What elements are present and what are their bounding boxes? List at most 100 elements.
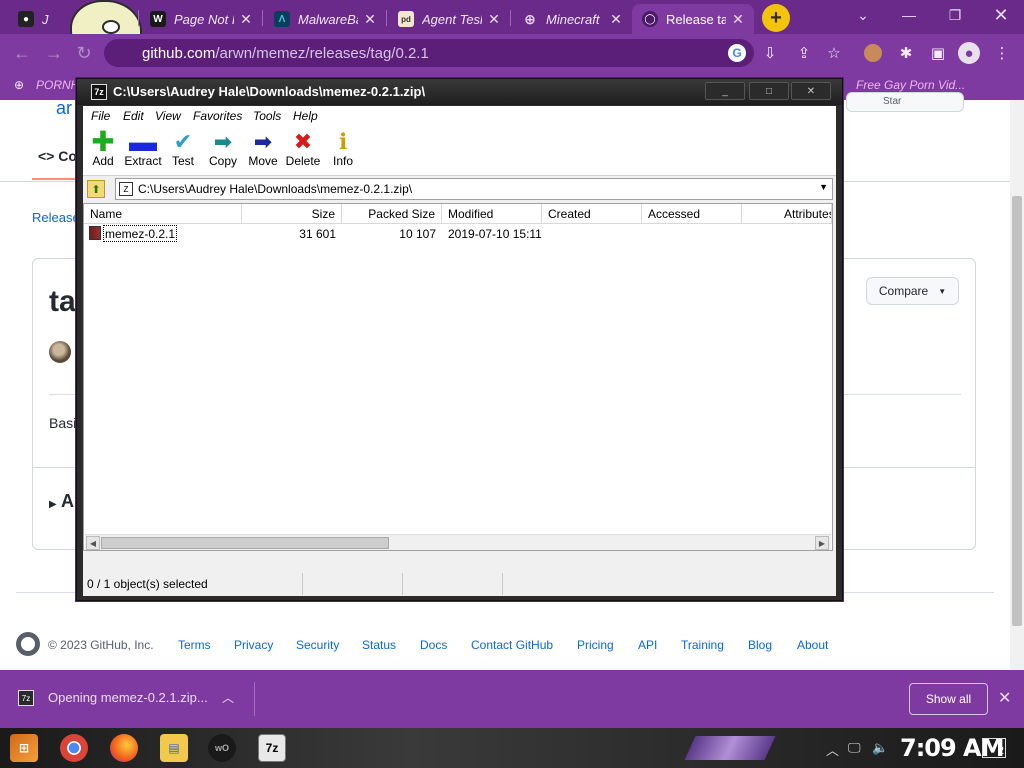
menu-edit[interactable]: Edit [123,109,144,123]
dropdown-arrow-icon[interactable]: ▼ [819,182,828,192]
install-icon[interactable]: ⇩ [760,43,780,63]
footer-link-security[interactable]: Security [296,638,339,652]
close-icon[interactable]: ✕ [238,11,254,28]
scroll-left-icon[interactable]: ◀ [86,536,100,550]
tab-4[interactable]: pd Agent Tesla ✕ [388,4,510,34]
address-bar[interactable]: github.com/arwn/memez/releases/tag/0.2.1 [104,39,754,67]
google-lens-icon[interactable]: G [728,44,746,62]
avatar[interactable] [49,341,71,363]
minimize-icon[interactable]: _ [705,82,745,100]
download-item-text[interactable]: Opening memez-0.2.1.zip... [48,690,208,705]
column-header-packed-size[interactable]: Packed Size [342,204,442,224]
tab-code[interactable]: <> Co [38,148,77,164]
chrome-icon[interactable] [60,734,88,762]
reload-icon[interactable]: ↻ [72,42,96,64]
assets-label: A [61,491,75,511]
test-button[interactable]: ✔ Test [163,130,203,169]
bookmark-star-icon[interactable]: ☆ [824,43,844,63]
column-header-attributes[interactable]: Attributes [742,204,832,224]
close-icon[interactable]: ✕ [362,11,378,28]
file-explorer-icon[interactable]: ▤ [160,734,188,762]
column-header-accessed[interactable]: Accessed [642,204,742,224]
restore-icon[interactable]: ❐ [932,0,978,30]
share-icon[interactable]: ⇪ [794,43,814,63]
notification-center-icon[interactable]: 2 [982,738,1006,758]
show-all-button[interactable]: Show all [909,683,988,715]
tab-3[interactable]: Λ MalwareBaz ✕ [264,4,386,34]
compare-button[interactable]: Compare ▼ [866,277,959,305]
app-icon[interactable]: wO [208,734,236,762]
side-panel-icon[interactable]: ▣ [928,43,948,63]
maximize-icon[interactable]: □ [749,82,789,100]
footer-link-pricing[interactable]: Pricing [577,638,614,652]
close-window-icon[interactable]: ✕ [978,0,1024,30]
tab-2[interactable]: W Page Not F ✕ [140,4,262,34]
new-tab-button[interactable]: + [762,4,790,32]
extract-button[interactable]: ▬ Extract [119,128,167,169]
menu-kebab-icon[interactable]: ⋮ [992,43,1012,63]
footer-link-status[interactable]: Status [362,638,396,652]
chevron-up-icon[interactable]: ︿ [222,689,234,706]
close-icon[interactable]: ✕ [608,11,624,28]
network-icon[interactable]: 🖵 [848,740,861,756]
footer-link-docs[interactable]: Docs [420,638,447,652]
volume-muted-icon[interactable]: 🔈 [872,740,888,756]
extensions-puzzle-icon[interactable]: ✱ [896,43,916,63]
scrollbar-thumb[interactable] [101,537,389,549]
column-header-created[interactable]: Created [542,204,642,224]
horizontal-scrollbar[interactable]: ◀ ▶ [85,534,831,550]
assets-toggle[interactable]: ▶ A [49,491,74,512]
delete-button[interactable]: ✖ Delete [283,130,323,169]
bookmark-1[interactable]: PORNH [36,78,79,92]
close-icon[interactable]: ✕ [730,11,746,28]
sevenzip-taskbar-icon[interactable]: 7z [258,734,286,762]
delete-label: Delete [285,154,321,168]
table-row[interactable]: memez-0.2.1 31 601 10 107 2019-07-10 15:… [84,225,832,243]
scroll-right-icon[interactable]: ▶ [815,536,829,550]
tab-search-icon[interactable]: ⌄ [840,0,886,30]
tab-5[interactable]: ⊕ Minecraft ✕ [512,4,632,34]
start-button-icon[interactable]: ⊞ [10,734,38,762]
firefox-icon[interactable] [110,734,138,762]
info-button[interactable]: ℹ Info [323,130,363,169]
footer-link-about[interactable]: About [797,638,828,652]
github-logo-icon[interactable] [16,632,40,656]
menu-tools[interactable]: Tools [253,109,281,123]
star-button[interactable]: Star [846,92,964,112]
back-icon[interactable]: ← [10,42,34,64]
forward-icon[interactable]: → [42,42,66,64]
profile-avatar-icon[interactable]: ● [958,42,980,64]
footer-link-privacy[interactable]: Privacy [234,638,273,652]
add-button[interactable]: ✚ Add [83,128,123,169]
column-header-name[interactable]: Name [84,204,242,224]
copy-button[interactable]: ➡ Copy [203,130,243,169]
footer-link-contact[interactable]: Contact GitHub [471,638,553,652]
menu-help[interactable]: Help [293,109,318,123]
close-icon[interactable]: ✕ [791,82,831,100]
file-list[interactable]: Name Size Packed Size Modified Created A… [83,203,833,551]
footer-link-blog[interactable]: Blog [748,638,772,652]
path-combobox[interactable]: Z C:\Users\Audrey Hale\Downloads\memez-0… [115,178,833,200]
menu-file[interactable]: File [91,109,110,123]
sevenzip-titlebar[interactable]: 7z C:\Users\Audrey Hale\Downloads\memez-… [77,79,842,105]
tab-6-active[interactable]: ◯ Release ta ✕ [632,4,754,34]
folder-up-icon[interactable]: ⬆ [87,180,105,198]
column-header-size[interactable]: Size [242,204,342,224]
page-scrollbar-thumb[interactable] [1012,196,1022,626]
repo-name[interactable]: ar [56,98,72,119]
menu-view[interactable]: View [155,109,181,123]
file-name[interactable]: memez-0.2.1 [103,225,178,242]
column-header-modified[interactable]: Modified [442,204,542,224]
bookmark-2[interactable]: Free Gay Porn Vid... [856,78,965,92]
menu-favorites[interactable]: Favorites [193,109,242,123]
tray-overflow-icon[interactable]: ︿ [826,740,839,759]
profile-extension-icon[interactable] [864,44,882,62]
footer-link-api[interactable]: API [638,638,657,652]
tab-6-title: Release ta [666,11,726,27]
close-icon[interactable]: ✕ [998,688,1011,708]
move-button[interactable]: ➡ Move [243,130,283,169]
footer-link-training[interactable]: Training [681,638,724,652]
minimize-icon[interactable]: — [886,0,932,30]
footer-link-terms[interactable]: Terms [178,638,211,652]
close-icon[interactable]: ✕ [486,11,502,28]
